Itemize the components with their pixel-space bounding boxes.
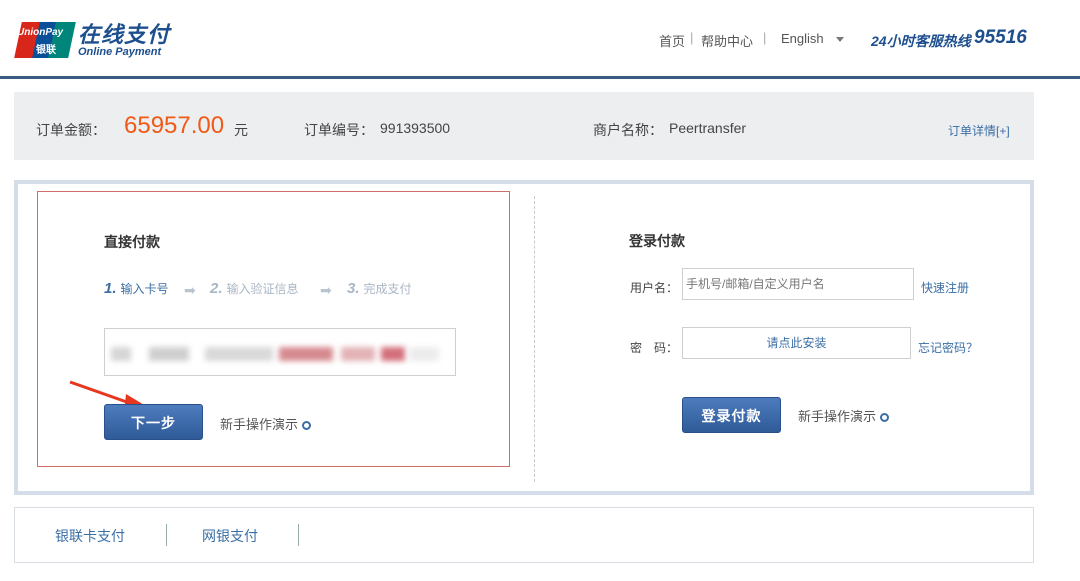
- forgot-password-link[interactable]: 忘记密码？: [918, 339, 978, 356]
- password-label: 密 码：: [630, 341, 679, 355]
- tab-unionpay-card[interactable]: 银联卡支付: [55, 526, 125, 546]
- chevron-down-icon[interactable]: [836, 37, 844, 42]
- order-number: 991393500: [380, 120, 451, 136]
- password-input[interactable]: 请点此安装: [682, 327, 911, 359]
- nav-home-link[interactable]: 首页: [659, 31, 685, 50]
- nav-separator: |: [690, 30, 694, 45]
- tab-online-banking[interactable]: 网银支付: [202, 526, 258, 546]
- redacted-text: [205, 347, 273, 361]
- merchant-name: Peertransfer: [669, 120, 747, 136]
- hotline-label: 24小时客服热线: [871, 33, 971, 49]
- step-2-number: 2.: [210, 280, 223, 297]
- order-detail-link[interactable]: 订单详情[+]: [948, 122, 1010, 139]
- quick-register-link[interactable]: 快速注册: [921, 279, 969, 296]
- guide-link-label: 新手操作演示: [220, 417, 299, 432]
- step-2: 2. 输入验证信息: [210, 280, 299, 297]
- direct-pay-section: 直接付款 1. 输入卡号 ➡ 2. 输入验证信息 ➡ 3. 完成支付 下一步 新…: [37, 191, 510, 467]
- redacted-text: [409, 347, 439, 361]
- redacted-text: [381, 347, 405, 361]
- amount-label: 订单金额：: [36, 122, 106, 138]
- next-step-button[interactable]: 下一步: [104, 404, 203, 440]
- nav-separator: |: [763, 30, 767, 45]
- payment-panel: 直接付款 1. 输入卡号 ➡ 2. 输入验证信息 ➡ 3. 完成支付 下一步 新…: [14, 180, 1034, 495]
- logo-subtitle: Online Payment: [78, 46, 162, 58]
- order-summary: 订单金额： 65957.00 元 订单编号： 991393500 商户名称： P…: [14, 92, 1034, 160]
- header: UnionPay 银联 在线支付 Online Payment 首页 | 帮助中…: [0, 0, 1080, 79]
- order-amount: 65957.00: [124, 112, 225, 139]
- username-label: 用户名：: [630, 281, 679, 295]
- play-icon: [302, 421, 312, 430]
- redacted-text: [111, 347, 131, 361]
- login-pay-title: 登录付款: [629, 233, 685, 249]
- beginner-guide-link[interactable]: 新手操作演示: [220, 414, 312, 433]
- tab-separator: [298, 524, 299, 546]
- tab-separator: [166, 524, 167, 546]
- login-pay-button[interactable]: 登录付款: [682, 397, 781, 433]
- logo-badge-text: UnionPay: [17, 27, 64, 38]
- payment-method-tabs: 银联卡支付 网银支付: [14, 507, 1034, 563]
- guide-link-label: 新手操作演示: [798, 409, 877, 424]
- step-arrow-icon: ➡: [320, 282, 332, 298]
- step-3-label: 完成支付: [363, 282, 412, 296]
- step-arrow-icon: ➡: [184, 282, 196, 298]
- header-divider: [0, 76, 1080, 79]
- redacted-text: [149, 347, 189, 361]
- step-2-label: 输入验证信息: [226, 282, 299, 296]
- redacted-text: [279, 347, 333, 361]
- username-input[interactable]: 手机号/邮箱/自定义用户名: [682, 268, 914, 300]
- language-select[interactable]: English: [781, 31, 824, 46]
- nav-help-link[interactable]: 帮助中心: [701, 31, 753, 50]
- step-3: 3. 完成支付: [347, 280, 412, 297]
- order-number-label: 订单编号：: [304, 122, 374, 138]
- section-divider: [534, 196, 535, 482]
- logo-badge-cn: 银联: [36, 45, 56, 56]
- step-3-number: 3.: [347, 280, 360, 297]
- hotline-number: 95516: [974, 27, 1027, 48]
- card-number-input[interactable]: [104, 328, 456, 376]
- logo-title: 在线支付: [78, 22, 171, 47]
- beginner-guide-link[interactable]: 新手操作演示: [798, 406, 890, 425]
- redacted-text: [341, 347, 375, 361]
- direct-pay-title: 直接付款: [104, 234, 160, 250]
- step-1-number: 1.: [104, 280, 117, 297]
- step-1-label: 输入卡号: [120, 282, 169, 296]
- play-icon: [880, 413, 890, 422]
- step-1: 1. 输入卡号: [104, 280, 169, 297]
- unionpay-logo[interactable]: UnionPay 银联: [14, 22, 76, 58]
- merchant-label: 商户名称：: [593, 122, 663, 138]
- amount-unit: 元: [234, 122, 248, 138]
